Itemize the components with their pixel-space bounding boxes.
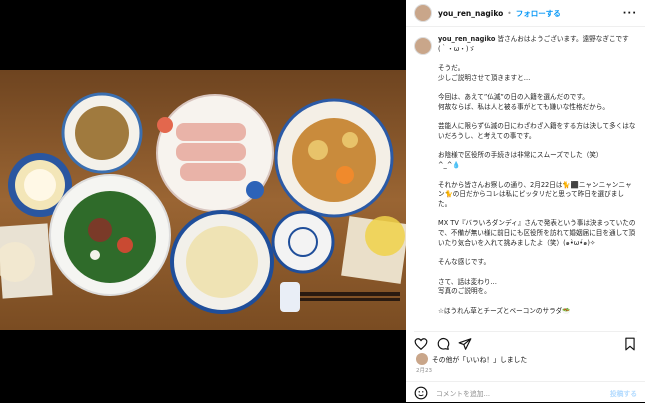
- comment-icon[interactable]: [436, 337, 450, 351]
- caption-text: you_ren_nagiko 皆さんおはようございます。遠野なぎこです(｀・ω・…: [438, 35, 637, 316]
- comment-bar: コメントを追加... 投稿する: [406, 381, 645, 403]
- caption-para-7: そんな感じです。: [438, 258, 491, 267]
- caption-para-6: MX TV『バラいろダンディ』さんで発表という事は決まっていたので、不備が無い様…: [438, 219, 636, 247]
- comment-input[interactable]: コメントを追加...: [436, 388, 490, 398]
- caption: you_ren_nagiko 皆さんおはようございます。遠野なぎこです(｀・ω・…: [414, 35, 637, 316]
- separator-dot: •: [507, 8, 512, 18]
- bookmark-icon[interactable]: [623, 337, 637, 351]
- caption-para-5: それから皆さんお察しの通り、2月22日は🐈⬛ニャンニャンニャン🐈の日だからコレは…: [438, 180, 632, 208]
- action-bar: [414, 331, 637, 353]
- post-header: you_ren_nagiko • フォローする ···: [406, 0, 645, 27]
- avatar[interactable]: [414, 4, 432, 22]
- liker-avatar: [416, 353, 428, 365]
- send-icon[interactable]: [458, 337, 472, 351]
- caption-username[interactable]: you_ren_nagiko: [438, 35, 495, 43]
- username[interactable]: you_ren_nagiko: [438, 9, 503, 18]
- emoji-icon[interactable]: [414, 386, 428, 400]
- post-date: 2月23: [416, 368, 432, 374]
- more-icon[interactable]: ···: [623, 8, 637, 19]
- post-photo[interactable]: [0, 0, 406, 402]
- food-photo: [0, 70, 406, 330]
- caption-para-8: さて、話は変わり… 写真のご説明を。: [438, 277, 498, 296]
- likes-text: その他が「いいね！」しました: [432, 356, 528, 364]
- caption-area: you_ren_nagiko 皆さんおはようございます。遠野なぎこです(｀・ω・…: [406, 27, 645, 327]
- post-comment-button[interactable]: 投稿する: [610, 388, 637, 398]
- caption-para-4: お陰様で区役所の手続きは非常にスムーズでした（笑） ^_^💧: [438, 151, 603, 170]
- avatar[interactable]: [414, 37, 432, 55]
- follow-button[interactable]: フォローする: [516, 8, 561, 19]
- caption-para-1: そうだ。 少しご説明させて頂きますと…: [438, 64, 531, 82]
- caption-para-3: 芸能人に限らず仏滅の日にわざわざ入籍をする方は決して多くはないだろうし、と考えて…: [438, 122, 636, 141]
- heart-icon[interactable]: [414, 337, 428, 351]
- post-panel: you_ren_nagiko • フォローする ··· you_ren_nagi…: [406, 0, 645, 402]
- caption-para-9: ☆ほうれん草とチーズとベーコンのサラダ🥗: [438, 306, 571, 315]
- likes-line[interactable]: その他が「いいね！」しました: [416, 353, 527, 365]
- caption-para-2: 今回は、あえて”仏滅”の日の入籍を選んだのです。 何故ならば、私は人と被る事がと…: [438, 93, 609, 111]
